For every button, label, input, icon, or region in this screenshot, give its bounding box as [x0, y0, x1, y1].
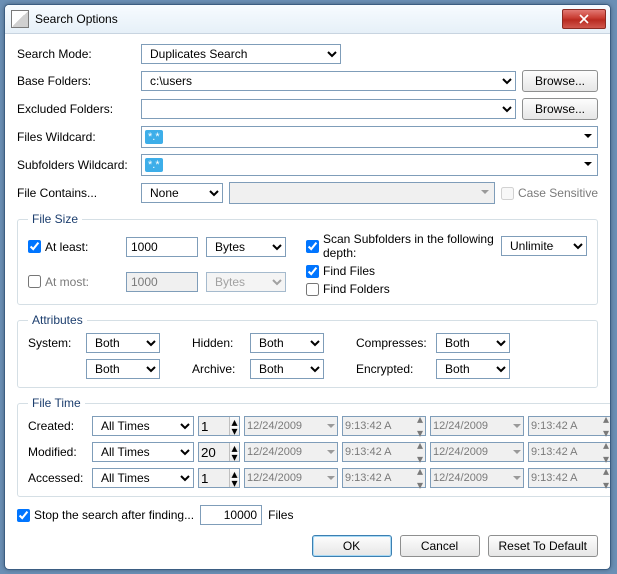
find-folders-checkbox[interactable] — [306, 283, 319, 296]
spin-down-icon: ▾ — [230, 426, 239, 435]
chevron-down-icon — [478, 185, 492, 199]
scan-subfolders-checkbox[interactable] — [306, 240, 319, 253]
at-least-unit-combo[interactable]: Bytes — [206, 237, 286, 257]
find-folders-label: Find Folders — [323, 282, 390, 296]
scan-subfolders-label: Scan Subfolders in the following depth: — [323, 232, 495, 260]
at-least-label: At least: — [45, 240, 88, 254]
attr-archive-combo[interactable]: Both — [250, 359, 324, 379]
files-wildcard-combo[interactable]: *.* — [141, 126, 598, 148]
case-sensitive-label: Case Sensitive — [518, 186, 598, 200]
subfolders-wildcard-combo[interactable]: *.* — [141, 154, 598, 176]
created-date1: 12/24/2009 — [244, 416, 338, 436]
cancel-button[interactable]: Cancel — [400, 535, 480, 557]
close-button[interactable] — [562, 9, 606, 29]
files-wildcard-label: Files Wildcard: — [17, 130, 135, 144]
attr-encrypted-label: Encrypted: — [356, 362, 436, 376]
ok-button[interactable]: OK — [312, 535, 392, 557]
base-folders-combo[interactable]: c:\users — [141, 71, 516, 91]
attributes-legend: Attributes — [28, 313, 87, 327]
file-contains-mode-combo[interactable]: None — [141, 183, 223, 203]
search-mode-label: Search Mode: — [17, 47, 135, 61]
chevron-down-icon — [327, 424, 335, 428]
subfolders-wildcard-label: Subfolders Wildcard: — [17, 158, 135, 172]
attr-system-label: System: — [28, 336, 86, 350]
attr-archive-label: Archive: — [192, 362, 250, 376]
excluded-folders-combo[interactable] — [141, 99, 516, 119]
browse-base-folders-button[interactable]: Browse... — [522, 70, 598, 92]
accessed-date2: 12/24/2009 — [430, 468, 524, 488]
at-most-value — [126, 272, 198, 292]
at-most-checkbox[interactable] — [28, 275, 41, 288]
modified-time1: 9:13:42 A▴▾ — [342, 442, 426, 462]
attributes-group: Attributes System: Both Hidden: Both Com… — [17, 313, 598, 388]
files-suffix-label: Files — [268, 508, 293, 522]
base-folders-label: Base Folders: — [17, 74, 135, 88]
client-area: Search Mode: Duplicates Search Base Fold… — [5, 34, 610, 569]
chevron-down-icon — [581, 157, 595, 171]
excluded-folders-label: Excluded Folders: — [17, 102, 135, 116]
accessed-mode-combo[interactable]: All Times — [92, 468, 194, 488]
file-size-legend: File Size — [28, 212, 82, 226]
browse-excluded-folders-button[interactable]: Browse... — [522, 98, 598, 120]
search-options-dialog: Search Options Search Mode: Duplicates S… — [4, 4, 611, 570]
at-least-value[interactable] — [126, 237, 198, 257]
close-icon — [579, 14, 589, 24]
accessed-n-spin: ▴▾ — [198, 468, 240, 488]
file-size-group: File Size At least: Bytes At most: Bytes — [17, 212, 598, 305]
accessed-time2: 9:13:42 A▴▾ — [528, 468, 611, 488]
file-contains-label: File Contains... — [17, 186, 135, 200]
modified-label: Modified: — [28, 445, 88, 459]
app-icon — [11, 10, 29, 28]
modified-time2: 9:13:42 A▴▾ — [528, 442, 611, 462]
stop-after-label: Stop the search after finding... — [34, 508, 194, 522]
subfolders-wildcard-chip: *.* — [145, 158, 163, 172]
reset-to-default-button[interactable]: Reset To Default — [488, 535, 599, 557]
file-time-group: File Time Created: All Times ▴▾ 12/24/20… — [17, 396, 611, 497]
stop-after-value[interactable] — [200, 505, 262, 525]
find-files-label: Find Files — [323, 264, 375, 278]
at-most-unit-combo: Bytes — [206, 272, 286, 292]
find-files-checkbox[interactable] — [306, 265, 319, 278]
file-contains-text — [229, 182, 495, 204]
modified-date2: 12/24/2009 — [430, 442, 524, 462]
accessed-date1: 12/24/2009 — [244, 468, 338, 488]
attr-hidden-combo[interactable]: Both — [250, 333, 324, 353]
chevron-down-icon — [513, 424, 521, 428]
attr-compresses-combo[interactable]: Both — [436, 333, 510, 353]
depth-combo[interactable]: Unlimited — [501, 236, 587, 256]
modified-mode-combo[interactable]: All Times — [92, 442, 194, 462]
file-time-legend: File Time — [28, 396, 85, 410]
search-mode-combo[interactable]: Duplicates Search — [141, 44, 341, 64]
files-wildcard-chip: *.* — [145, 130, 163, 144]
attr-readonly-combo[interactable]: Both — [86, 359, 160, 379]
titlebar: Search Options — [5, 5, 610, 34]
created-time2: 9:13:42 A▴▾ — [528, 416, 611, 436]
created-date2: 12/24/2009 — [430, 416, 524, 436]
case-sensitive-checkbox — [501, 187, 514, 200]
created-label: Created: — [28, 419, 88, 433]
stop-after-checkbox[interactable] — [17, 509, 30, 522]
modified-n-spin: ▴▾ — [198, 442, 240, 462]
attr-encrypted-combo[interactable]: Both — [436, 359, 510, 379]
created-mode-combo[interactable]: All Times — [92, 416, 194, 436]
modified-date1: 12/24/2009 — [244, 442, 338, 462]
window-title: Search Options — [35, 12, 562, 26]
created-time1: 9:13:42 A▴▾ — [342, 416, 426, 436]
accessed-time1: 9:13:42 A▴▾ — [342, 468, 426, 488]
at-least-checkbox[interactable] — [28, 240, 41, 253]
chevron-down-icon — [581, 129, 595, 143]
accessed-label: Accessed: — [28, 471, 88, 485]
created-n-spin: ▴▾ — [198, 416, 240, 436]
attr-hidden-label: Hidden: — [192, 336, 250, 350]
attr-compresses-label: Compresses: — [356, 336, 436, 350]
attr-system-combo[interactable]: Both — [86, 333, 160, 353]
at-most-label: At most: — [45, 275, 89, 289]
